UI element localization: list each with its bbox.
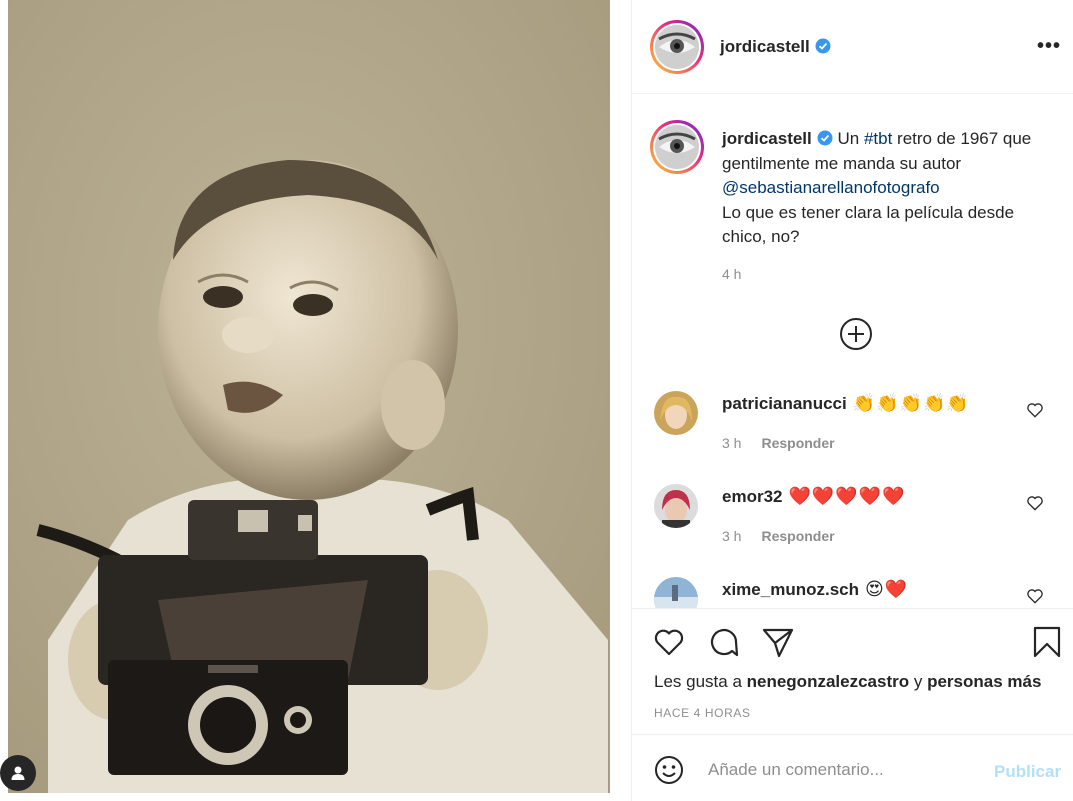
emoji-picker-button[interactable]: [654, 755, 684, 785]
likes-prefix: Les gusta a: [654, 672, 747, 691]
verified-badge-icon: [817, 130, 833, 146]
author-username-text: jordicastell: [720, 36, 810, 56]
comment-meta: 3 h Responder: [722, 435, 835, 451]
commenter-username[interactable]: patriciananucci 👏👏👏👏👏: [722, 393, 970, 414]
heart-icon: [1027, 589, 1043, 604]
red-hair-avatar-image: [654, 484, 698, 528]
comments-list[interactable]: jordicastell Un #tbt retro de 1967 que g…: [632, 95, 1073, 608]
caption-text-3: Lo que es tener clara la película desde …: [722, 202, 1015, 247]
smiley-icon: [655, 756, 683, 784]
share-icon: [762, 628, 794, 658]
blonde-woman-avatar-image: [654, 391, 698, 435]
photo-pane: [0, 0, 631, 801]
comment-input[interactable]: [708, 757, 978, 783]
share-button[interactable]: [761, 625, 795, 659]
comment-like-button[interactable]: [1025, 400, 1045, 420]
caption-text: jordicastell Un #tbt retro de 1967 que g…: [722, 127, 1062, 250]
post-actions: Les gusta a nenegonzalezcastro y persona…: [632, 608, 1073, 734]
commenter-avatar[interactable]: [654, 391, 698, 435]
heart-icon: [1027, 403, 1043, 418]
likes-others-link[interactable]: personas más: [927, 672, 1041, 691]
comment-icon: [710, 629, 739, 657]
publish-button[interactable]: Publicar: [994, 762, 1061, 782]
post-caption: jordicastell Un #tbt retro de 1967 que g…: [632, 95, 1073, 295]
comment-like-button[interactable]: [1025, 586, 1045, 606]
reply-button[interactable]: Responder: [761, 435, 834, 451]
commenter-username[interactable]: xime_munoz.sch 😍❤️: [722, 579, 908, 600]
save-button[interactable]: [1030, 625, 1064, 659]
like-button[interactable]: [652, 625, 686, 659]
likes-mid: y: [909, 672, 928, 691]
post-header: jordicastell •••: [632, 0, 1073, 94]
heart-icon: [1027, 496, 1043, 511]
landscape-avatar-image: [654, 577, 698, 608]
comment-item: emor32 ❤️❤️❤️❤️❤️ 3 h Responder: [632, 484, 1073, 574]
author-username[interactable]: jordicastell: [720, 37, 831, 57]
reply-button[interactable]: Responder: [761, 528, 834, 544]
hashtag-link[interactable]: #tbt: [864, 129, 892, 148]
caption-author-avatar[interactable]: [650, 120, 704, 174]
comment-text: 😍❤️: [865, 579, 909, 599]
comment-button[interactable]: [707, 625, 741, 659]
commenter-avatar[interactable]: [654, 484, 698, 528]
mention-link[interactable]: @sebastianarellanofotografo: [722, 178, 940, 197]
author-avatar[interactable]: [650, 19, 704, 74]
more-options-button[interactable]: •••: [1037, 36, 1061, 56]
more-horizontal-icon: •••: [1036, 35, 1061, 57]
caption-text-1: Un: [837, 129, 864, 148]
tagged-users-button[interactable]: [0, 755, 36, 791]
post-photo[interactable]: [8, 0, 610, 793]
comment-time[interactable]: 3 h: [722, 528, 741, 544]
caption-username[interactable]: jordicastell: [722, 129, 812, 148]
comment-item: xime_munoz.sch 😍❤️: [632, 577, 1073, 608]
baby-with-camera-image: [8, 0, 610, 793]
verified-badge-icon: [815, 38, 831, 53]
commenter-avatar[interactable]: [654, 577, 698, 608]
heart-icon: [654, 629, 684, 656]
post-timestamp[interactable]: HACE 4 HORAS: [654, 706, 751, 720]
commenter-username[interactable]: emor32 ❤️❤️❤️❤️❤️: [722, 486, 906, 507]
comment-like-button[interactable]: [1025, 493, 1045, 513]
comment-time[interactable]: 3 h: [722, 435, 741, 451]
likes-summary: Les gusta a nenegonzalezcastro y persona…: [654, 672, 1041, 692]
comment-user-text: patriciananucci: [722, 394, 847, 413]
caption-timestamp[interactable]: 4 h: [722, 266, 741, 282]
post-side-panel: jordicastell ••• jordicastell Un #tbt re…: [631, 0, 1073, 801]
plus-circle-icon: [840, 318, 872, 350]
comment-user-text: xime_munoz.sch: [722, 580, 859, 599]
bookmark-icon: [1033, 626, 1061, 658]
comment-meta: 3 h Responder: [722, 528, 835, 544]
comment-user-text: emor32: [722, 487, 783, 506]
add-comment-bar: Publicar: [632, 734, 1073, 801]
comment-item: patriciananucci 👏👏👏👏👏 3 h Responder: [632, 391, 1073, 481]
likes-user-link[interactable]: nenegonzalezcastro: [747, 672, 910, 691]
load-more-comments-button[interactable]: [839, 317, 873, 351]
author-eye-avatar-image: [655, 125, 699, 169]
comment-text: 👏👏👏👏👏: [852, 393, 970, 413]
user-icon: [11, 766, 25, 780]
comment-text: ❤️❤️❤️❤️❤️: [788, 486, 906, 506]
author-eye-avatar-image: [655, 24, 699, 69]
